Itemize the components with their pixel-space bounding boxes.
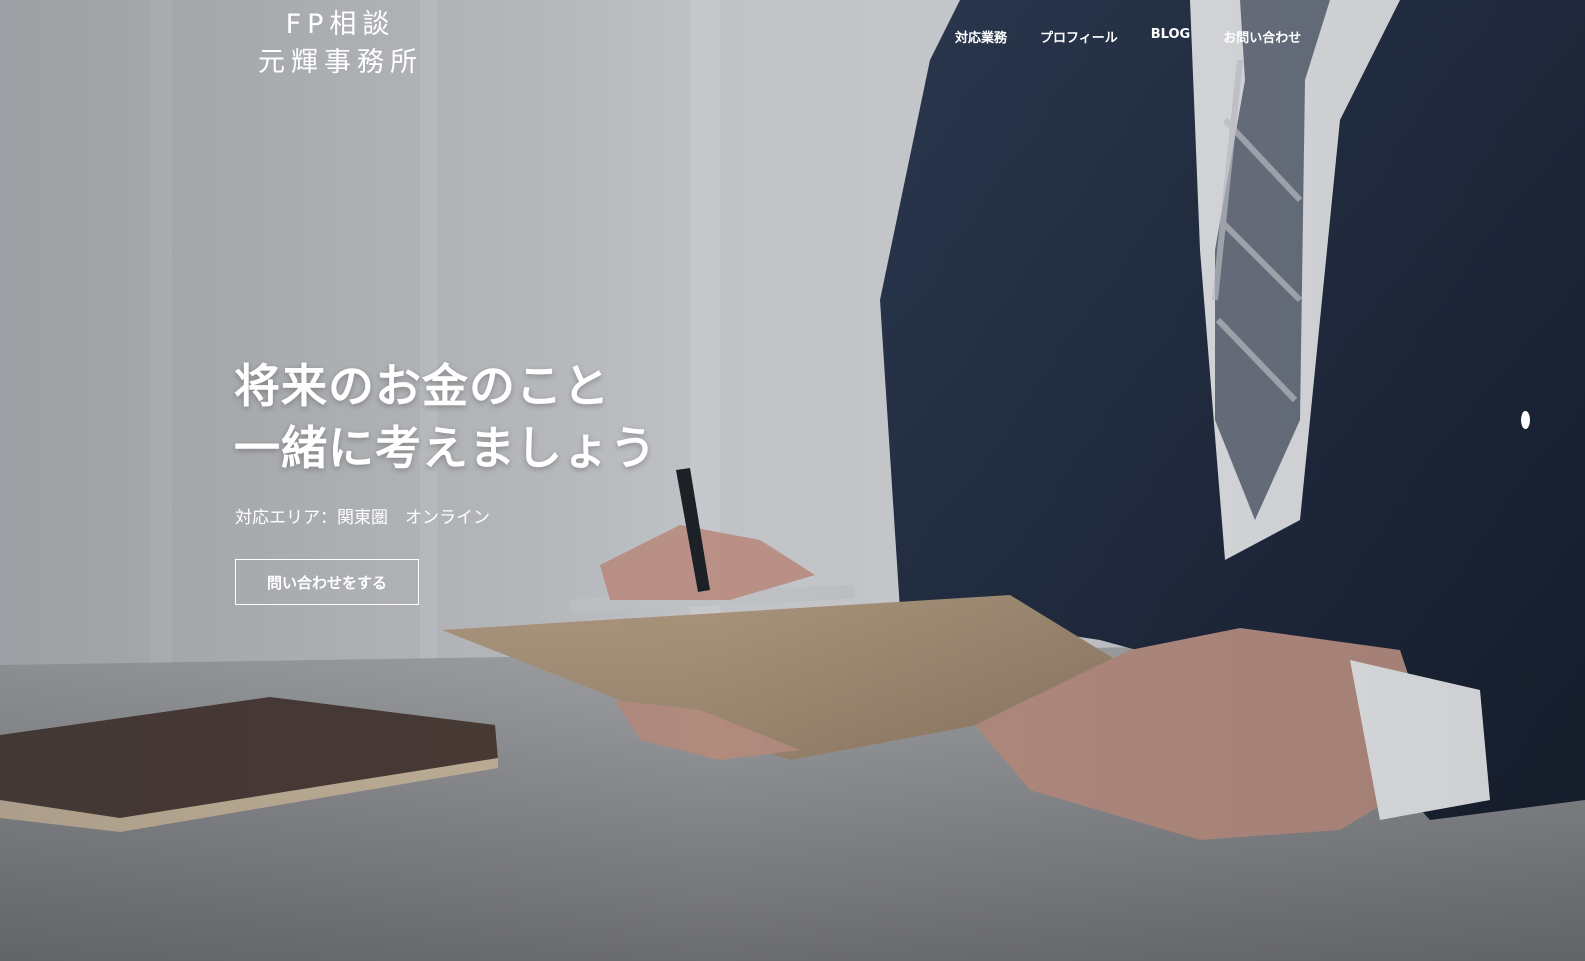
nav-item-services[interactable]: 対応業務 [955, 27, 1007, 46]
slider-indicator-dot[interactable] [1521, 411, 1530, 429]
main-nav: 対応業務 プロフィール BLOG お問い合わせ [955, 27, 1334, 46]
site-logo[interactable]: FP相談 元輝事務所 [258, 6, 423, 82]
contact-button[interactable]: 問い合わせをする [235, 559, 419, 605]
hero-section: FP相談 元輝事務所 対応業務 プロフィール BLOG お問い合わせ 将来のお金… [0, 0, 1585, 961]
nav-item-blog[interactable]: BLOG [1151, 27, 1190, 46]
headline-line-1: 将来のお金のこと [234, 359, 610, 413]
nav-item-profile[interactable]: プロフィール [1040, 27, 1118, 46]
hero-overlay [0, 0, 1585, 961]
logo-line-2: 元輝事務所 [258, 47, 423, 78]
nav-item-contact[interactable]: お問い合わせ [1223, 27, 1301, 46]
service-area-text: 対応エリア：関東圏 オンライン [235, 508, 490, 528]
headline-line-2: 一緒に考えましょう [234, 421, 657, 475]
logo-line-1: FP相談 [285, 9, 396, 40]
hero-headline: 将来のお金のこと 一緒に考えましょう [234, 355, 657, 479]
